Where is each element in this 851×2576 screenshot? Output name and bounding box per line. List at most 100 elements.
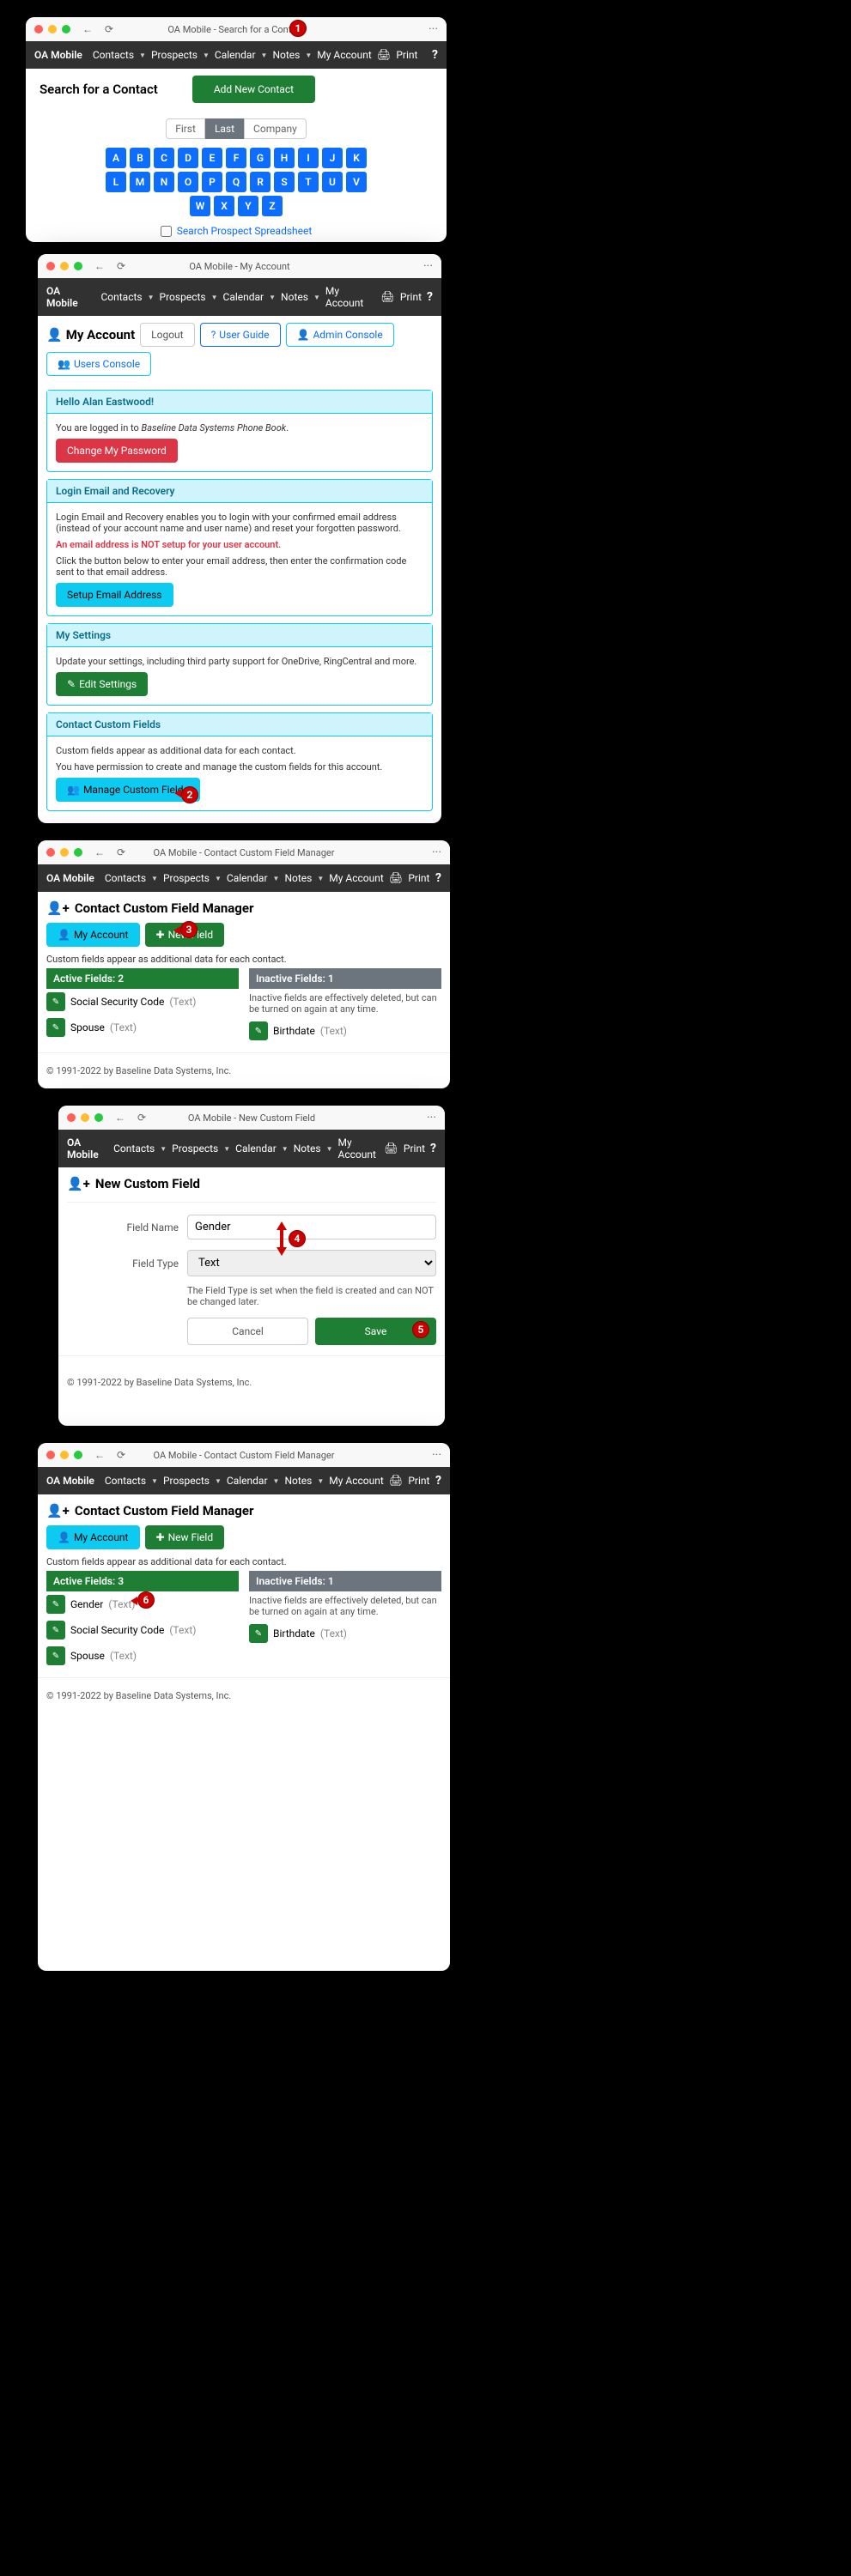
nav-myaccount[interactable]: My Account: [325, 285, 376, 309]
letter-a[interactable]: A: [106, 148, 126, 168]
help-icon[interactable]: ?: [435, 871, 441, 885]
back-icon[interactable]: ←: [82, 23, 93, 35]
reload-icon[interactable]: ⟳: [105, 23, 113, 35]
minimize-icon[interactable]: [81, 1113, 89, 1122]
nav-contacts[interactable]: Contacts: [113, 1143, 155, 1155]
letter-s[interactable]: S: [274, 172, 295, 192]
nav-calendar[interactable]: Calendar: [227, 872, 268, 884]
nav-print[interactable]: Print: [404, 1143, 425, 1155]
spreadsheet-link[interactable]: Search Prospect Spreadsheet: [177, 225, 313, 237]
print-icon[interactable]: 🖨: [384, 1143, 398, 1155]
letter-q[interactable]: Q: [226, 172, 246, 192]
field-name-input[interactable]: [187, 1215, 436, 1240]
add-contact-button[interactable]: Add New Contact: [192, 76, 315, 103]
letter-e[interactable]: E: [202, 148, 222, 168]
letter-z[interactable]: Z: [262, 196, 283, 216]
print-icon[interactable]: 🖨: [380, 291, 395, 304]
nav-contacts[interactable]: Contacts: [105, 1475, 146, 1487]
my-account-button[interactable]: 👤My Account: [46, 923, 140, 947]
minimize-icon[interactable]: [60, 1451, 69, 1459]
new-field-button[interactable]: ✚New Field: [145, 1525, 225, 1549]
reload-icon[interactable]: ⟳: [137, 1112, 146, 1124]
nav-print[interactable]: Print: [396, 49, 417, 61]
back-icon[interactable]: ←: [94, 846, 105, 858]
more-icon[interactable]: ···: [429, 22, 438, 36]
setup-email-button[interactable]: Setup Email Address: [56, 583, 173, 607]
edit-settings-button[interactable]: ✎Edit Settings: [56, 672, 148, 696]
brand[interactable]: OA Mobile: [46, 872, 94, 884]
reload-icon[interactable]: ⟳: [117, 1449, 125, 1461]
nav-prospects[interactable]: Prospects: [151, 49, 198, 61]
pencil-icon[interactable]: ✎: [46, 1595, 65, 1614]
nav-notes[interactable]: Notes: [281, 291, 308, 303]
print-icon[interactable]: 🖨: [389, 872, 404, 885]
close-icon[interactable]: [46, 262, 55, 270]
letter-i[interactable]: I: [298, 148, 319, 168]
print-icon[interactable]: 🖨: [389, 1475, 404, 1488]
nav-notes[interactable]: Notes: [272, 49, 300, 61]
back-icon[interactable]: ←: [115, 1112, 125, 1124]
brand[interactable]: OA Mobile: [67, 1136, 103, 1161]
minimize-icon[interactable]: [60, 262, 69, 270]
more-icon[interactable]: ···: [432, 846, 441, 859]
pencil-icon[interactable]: ✎: [46, 992, 65, 1011]
seg-last[interactable]: Last: [205, 118, 244, 139]
letter-l[interactable]: L: [106, 172, 126, 192]
seg-company[interactable]: Company: [244, 118, 307, 139]
close-icon[interactable]: [46, 848, 55, 857]
nav-prospects[interactable]: Prospects: [163, 1475, 210, 1487]
help-icon[interactable]: ?: [432, 48, 438, 62]
user-guide-button[interactable]: ?User Guide: [200, 323, 281, 347]
minimize-icon[interactable]: [48, 25, 57, 33]
nav-notes[interactable]: Notes: [284, 872, 312, 884]
pencil-icon[interactable]: ✎: [46, 1621, 65, 1640]
close-icon[interactable]: [46, 1451, 55, 1459]
nav-myaccount[interactable]: My Account: [329, 872, 384, 884]
cancel-button[interactable]: Cancel: [187, 1318, 308, 1345]
nav-calendar[interactable]: Calendar: [223, 291, 264, 303]
pencil-icon[interactable]: ✎: [249, 1624, 268, 1643]
admin-console-button[interactable]: 👤Admin Console: [286, 323, 394, 347]
pencil-icon[interactable]: ✎: [46, 1018, 65, 1037]
users-console-button[interactable]: 👥Users Console: [46, 352, 151, 376]
help-icon[interactable]: ?: [435, 1474, 441, 1488]
nav-prospects[interactable]: Prospects: [163, 872, 210, 884]
nav-prospects[interactable]: Prospects: [160, 291, 206, 303]
nav-print[interactable]: Print: [408, 872, 429, 884]
my-account-button[interactable]: 👤My Account: [46, 1525, 140, 1549]
maximize-icon[interactable]: [62, 25, 70, 33]
letter-m[interactable]: M: [130, 172, 150, 192]
nav-print[interactable]: Print: [408, 1475, 429, 1487]
letter-w[interactable]: W: [190, 196, 210, 216]
letter-k[interactable]: K: [346, 148, 367, 168]
letter-g[interactable]: G: [250, 148, 270, 168]
letter-r[interactable]: R: [250, 172, 270, 192]
seg-first[interactable]: First: [166, 118, 205, 139]
print-icon[interactable]: 🖨: [377, 49, 392, 62]
maximize-icon[interactable]: [94, 1113, 103, 1122]
maximize-icon[interactable]: [74, 848, 82, 857]
close-icon[interactable]: [67, 1113, 76, 1122]
nav-notes[interactable]: Notes: [284, 1475, 312, 1487]
nav-contacts[interactable]: Contacts: [105, 872, 146, 884]
letter-t[interactable]: T: [298, 172, 319, 192]
nav-calendar[interactable]: Calendar: [227, 1475, 268, 1487]
more-icon[interactable]: ···: [423, 259, 433, 273]
change-password-button[interactable]: Change My Password: [56, 439, 178, 463]
reload-icon[interactable]: ⟳: [117, 846, 125, 858]
letter-d[interactable]: D: [178, 148, 198, 168]
help-icon[interactable]: ?: [427, 290, 433, 304]
letter-x[interactable]: X: [214, 196, 234, 216]
back-icon[interactable]: ←: [94, 260, 105, 272]
letter-v[interactable]: V: [346, 172, 367, 192]
nav-contacts[interactable]: Contacts: [93, 49, 134, 61]
spreadsheet-checkbox[interactable]: [161, 226, 172, 237]
more-icon[interactable]: ···: [432, 1448, 441, 1462]
reload-icon[interactable]: ⟳: [117, 260, 125, 272]
letter-y[interactable]: Y: [238, 196, 258, 216]
letter-c[interactable]: C: [154, 148, 174, 168]
minimize-icon[interactable]: [60, 848, 69, 857]
letter-u[interactable]: U: [322, 172, 343, 192]
nav-myaccount[interactable]: My Account: [338, 1136, 380, 1161]
brand[interactable]: OA Mobile: [46, 285, 90, 309]
